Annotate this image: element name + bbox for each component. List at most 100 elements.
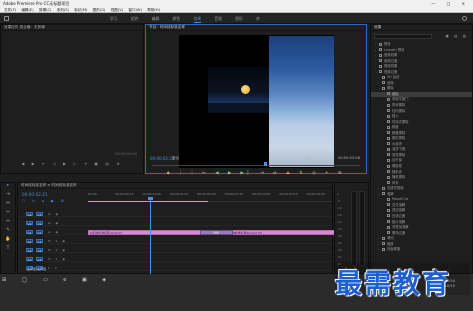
- razor-tool-icon[interactable]: ✂: [1, 210, 15, 219]
- timeline-tool-icons[interactable]: ⊓ ∩ ◂ ◆ ⚙: [22, 199, 67, 203]
- timeline-track[interactable]: V3 V3 ⊟ ◉: [18, 211, 332, 217]
- ruler-tick-label: 00:00:02:00: [197, 192, 216, 196]
- audio-meter-scale: 0 -6 -12 -18 -24 -30 -36 -42 -48 -54 dB: [337, 191, 342, 268]
- effects-tree-label: 风车: [392, 180, 399, 185]
- transition-icon: [387, 181, 390, 185]
- track-target-toggle[interactable]: V3: [26, 211, 33, 217]
- workspace-tab-learn[interactable]: 学习: [110, 16, 118, 22]
- track-toggle-icons[interactable]: M S ◉: [48, 239, 67, 243]
- effects-panel-title[interactable]: 效果: [371, 25, 472, 31]
- close-button[interactable]: ✕: [462, 1, 470, 6]
- workspace-tab-assembly[interactable]: 组件: [131, 16, 139, 22]
- transition-icon: [387, 136, 390, 140]
- track-header[interactable]: A3 A3 M S ◉: [18, 256, 88, 262]
- track-toggle-icons[interactable]: M S ◉: [48, 257, 67, 261]
- track-target-toggle[interactable]: A1: [26, 238, 33, 244]
- workspace-tab-effects[interactable]: 效果: [193, 16, 202, 23]
- track-target-toggle[interactable]: 主声道: [26, 265, 36, 271]
- ruler-tick-label: 00:00:00:15: [115, 192, 134, 196]
- program-monitor-title[interactable]: 节目：时间线标准名称: [146, 25, 366, 31]
- window-controls[interactable]: — □ ✕: [431, 1, 470, 6]
- effects-filter-icons[interactable]: ▣ ▤ ▥: [446, 34, 468, 38]
- track-header[interactable]: V2 V2 ⊟ ◉: [18, 220, 88, 226]
- effects-panel: 效果 ▣ ▤ ▥ › 预设 › Lumetri 预设 › 音频效果 › 音频过渡 › 视频效果 ⌄ 视…: [370, 24, 473, 274]
- track-header[interactable]: A2 A2 M S ◉: [18, 247, 88, 253]
- effects-tree-item[interactable]: › 页面剥落: [371, 247, 472, 253]
- program-current-timecode[interactable]: 00:00:02:21: [150, 156, 174, 161]
- effects-tree-label: 叠加溶解: [392, 208, 406, 213]
- ruler-tick-label: 00:00:02:15: [224, 192, 243, 196]
- track-toggle-icons[interactable]: ⊟ ◉: [48, 212, 60, 216]
- effects-search-input[interactable]: [374, 34, 432, 39]
- track-target-toggle[interactable]: V1: [26, 229, 33, 235]
- type-tool-icon[interactable]: T: [1, 246, 15, 255]
- meter-scale-label: -30: [337, 227, 342, 231]
- track-header[interactable]: V1 V1 ⊟ ◉: [18, 229, 88, 235]
- home-icon[interactable]: [4, 16, 9, 21]
- effects-tree-label: 交叉溶解: [392, 202, 406, 207]
- taskbar-app-icons[interactable]: ⊞ ◯ ▭ e ▣ ◈: [2, 277, 113, 283]
- timeline-track[interactable]: V1 V1 ⊟ ◉ 时间线标准名称.mp4 [V] 划出 时间线标准名称02.mp4 [V…: [18, 229, 362, 235]
- timeline-track[interactable]: A2 A2 M S ◉: [18, 247, 332, 253]
- effects-tree-label: 径向擦除: [392, 108, 406, 113]
- track-name[interactable]: A1: [36, 238, 43, 244]
- track-target-toggle[interactable]: A2: [26, 247, 33, 253]
- program-scrub-bar[interactable]: [152, 165, 360, 166]
- effects-tree-label: 沉浸式视频: [387, 186, 404, 191]
- track-name[interactable]: A2: [36, 247, 43, 253]
- track-select-tool-icon[interactable]: ⇥: [1, 192, 15, 201]
- ruler-tick-label: 00:00:03:00: [252, 192, 271, 196]
- track-toggle-icons[interactable]: 0.0: [48, 266, 59, 270]
- source-panel-title[interactable]: 效果控件 混合器：无剪辑: [1, 25, 143, 31]
- timeline-title[interactable]: 时间线标准名称 ≡ 时间线标准名称: [18, 183, 332, 189]
- timeline-timecode[interactable]: 00:00:02:21: [22, 192, 48, 197]
- workspace-tab-libraries[interactable]: 库: [256, 16, 260, 22]
- track-name[interactable]: 主声道: [36, 265, 46, 271]
- track-name[interactable]: A3: [36, 256, 43, 262]
- effects-tree-label: 带状擦除: [392, 103, 406, 108]
- track-toggle-icons[interactable]: ⊟ ◉: [48, 221, 60, 225]
- minimize-button[interactable]: —: [431, 1, 440, 6]
- track-target-toggle[interactable]: A3: [26, 256, 33, 262]
- track-name[interactable]: V3: [36, 211, 43, 217]
- timeline-track[interactable]: V2 V2 ⊟ ◉: [18, 220, 332, 226]
- effects-tree-label: 油漆飞溅: [392, 147, 406, 152]
- effects-tree: › 预设 › Lumetri 预设 › 音频效果 › 音频过渡 › 视频效果 ⌄ 视频过渡 › 3D 运动…: [371, 42, 472, 253]
- track-toggle-icons[interactable]: ⊟ ◉: [48, 230, 60, 234]
- workspace-tab-editing[interactable]: 编辑: [152, 16, 160, 22]
- work-area-bar[interactable]: [88, 201, 208, 202]
- folder-icon: [379, 53, 382, 57]
- source-transport-controls[interactable]: ◀ ▶ ⇤ ◁ ▶ ▷ ⇥ ▣ ▤ ⊕: [1, 161, 143, 169]
- timeline-track[interactable]: A3 A3 M S ◉: [18, 256, 332, 262]
- effects-tree-label: MorphCut: [392, 197, 409, 202]
- workspace-tab-color[interactable]: 颜色: [173, 16, 181, 22]
- workspace-tab-graphics[interactable]: 图形: [235, 16, 243, 22]
- program-transport-controls[interactable]: ◆ ⏐ ⏐ ⇤ ◀ ▶ ▶▏ ⇥ ⇄ ⏏ ⇅ ◎ + ⊞: [146, 170, 366, 178]
- program-viewer[interactable]: [179, 35, 334, 168]
- search-icon[interactable]: [462, 16, 467, 21]
- track-target-toggle[interactable]: V2: [26, 220, 33, 226]
- ruler-tick-label: 00:00:01:00: [142, 192, 161, 196]
- timeline-track[interactable]: 主声道 主声道 0.0: [18, 265, 332, 271]
- pen-tool-icon[interactable]: ✎: [1, 228, 15, 237]
- program-playhead[interactable]: [263, 162, 267, 166]
- resolution-dropdown[interactable]: 1/2: [304, 156, 310, 160]
- slip-tool-icon[interactable]: ↔: [1, 219, 15, 228]
- fit-dropdown[interactable]: 适合: [172, 156, 179, 161]
- effects-tree-label: 划出: [392, 91, 399, 96]
- track-header[interactable]: V3 V3 ⊟ ◉: [18, 211, 88, 217]
- maximize-button[interactable]: □: [447, 1, 456, 6]
- track-header[interactable]: 主声道 主声道 0.0: [18, 265, 88, 271]
- ripple-edit-tool-icon[interactable]: ⇔: [1, 201, 15, 210]
- track-toggle-icons[interactable]: M S ◉: [48, 248, 67, 252]
- hand-tool-icon[interactable]: ✋: [1, 237, 15, 246]
- selection-tool-icon[interactable]: ▸: [1, 183, 15, 192]
- track-name[interactable]: V1: [36, 229, 43, 235]
- workspace-tab-audio[interactable]: 音频: [214, 16, 222, 22]
- track-name[interactable]: V2: [36, 220, 43, 226]
- transition-icon: [387, 125, 390, 129]
- timeline-track[interactable]: A1 A1 M S ◉: [18, 238, 332, 244]
- transition-clip[interactable]: 划出: [200, 230, 233, 235]
- track-header[interactable]: A1 A1 M S ◉: [18, 238, 88, 244]
- transition-icon: [387, 225, 390, 229]
